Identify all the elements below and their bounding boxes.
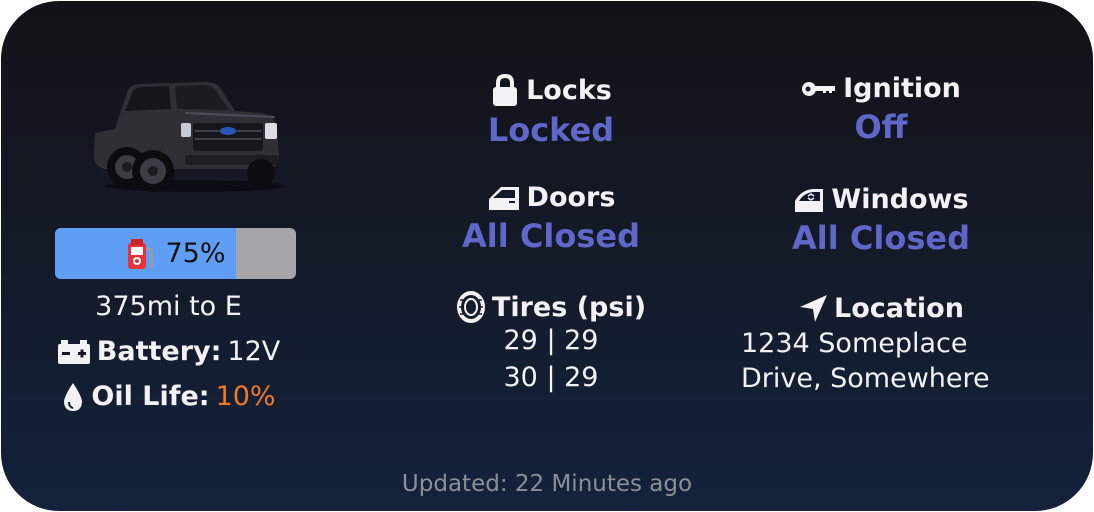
door-icon xyxy=(488,186,519,210)
location-status: Location 1234 Someplace Drive, Somewhere xyxy=(731,293,1031,394)
fuel-gauge: 75% xyxy=(55,228,296,279)
ignition-label: Ignition xyxy=(843,73,961,104)
oil-life-label: Oil Life: xyxy=(91,381,210,412)
battery-value: 12V xyxy=(227,336,281,367)
doors-status: Doors All Closed xyxy=(431,182,671,255)
battery-label: Battery: xyxy=(96,336,222,367)
vehicle-status-widget: 75% 375mi to E Battery: 12V Oil Life: 10… xyxy=(1,1,1093,511)
fuel-percent: 75% xyxy=(165,238,226,269)
window-icon xyxy=(795,188,824,212)
fuel-pump-icon xyxy=(128,238,154,269)
ignition-status: Ignition Off xyxy=(761,73,1001,146)
last-updated: Updated: 22 Minutes ago xyxy=(401,471,693,497)
locks-label: Locks xyxy=(526,74,612,106)
key-icon xyxy=(802,81,836,96)
locks-status: Locks Locked xyxy=(431,73,671,149)
lock-icon xyxy=(493,73,518,106)
windows-label: Windows xyxy=(831,184,969,215)
battery-status: Battery: 12V xyxy=(41,336,296,367)
truck-image xyxy=(94,82,285,192)
doors-value: All Closed xyxy=(462,217,640,255)
locks-value: Locked xyxy=(487,111,615,149)
oil-life-value: 10% xyxy=(215,381,276,412)
tire-icon xyxy=(456,291,485,323)
doors-label: Doors xyxy=(526,182,616,213)
location-label: Location xyxy=(834,293,964,324)
tires-status: Tires (psi) 29 | 29 30 | 29 xyxy=(431,291,671,393)
range-remaining: 375mi to E xyxy=(95,291,242,322)
tires-front: 29 | 29 xyxy=(503,325,599,356)
tires-rear: 30 | 29 xyxy=(503,362,599,393)
oil-life-status: Oil Life: 10% xyxy=(41,381,296,412)
location-arrow-icon xyxy=(800,294,828,322)
ignition-value: Off xyxy=(854,108,908,146)
oil-drop-icon xyxy=(64,382,83,411)
location-address-line2: Drive, Somewhere xyxy=(741,363,990,394)
tires-label: Tires (psi) xyxy=(491,291,647,323)
location-address-line1: 1234 Someplace xyxy=(741,328,968,359)
battery-icon xyxy=(57,339,90,364)
windows-value: All Closed xyxy=(792,219,970,257)
windows-status: Windows All Closed xyxy=(761,184,1001,257)
